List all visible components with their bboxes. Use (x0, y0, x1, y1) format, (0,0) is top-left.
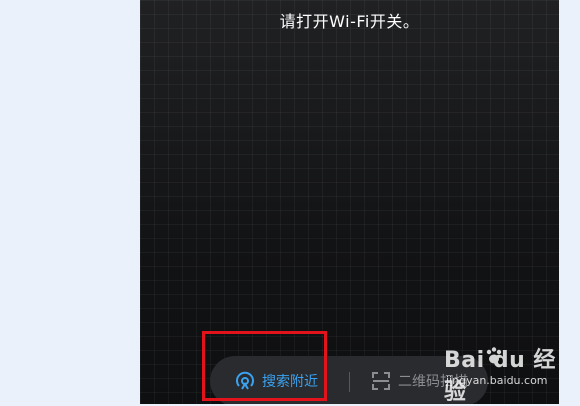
left-margin (0, 0, 140, 404)
instruction-text: 请打开Wi-Fi开关。 (279, 12, 420, 31)
watermark-url: jingyan.baidu.com (446, 374, 548, 387)
highlight-box (202, 331, 327, 401)
watermark: Bai du 经验 jingyan.baidu.com (444, 342, 564, 405)
scan-frame-icon (370, 370, 392, 392)
bar-divider (349, 372, 350, 392)
paw-icon (484, 346, 504, 370)
